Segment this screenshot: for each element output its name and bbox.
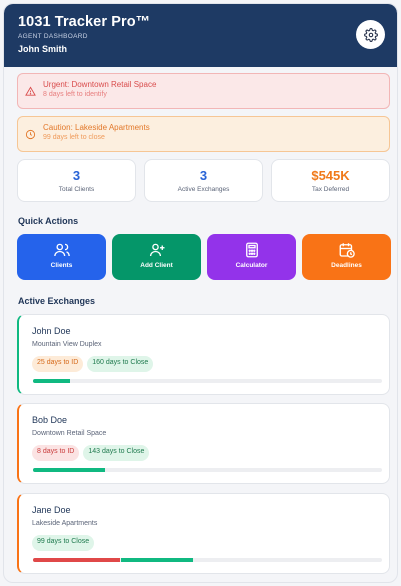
alert-title: Caution: Lakeside Apartments: [43, 123, 150, 132]
stat-total-clients: 3 Total Clients: [17, 159, 136, 202]
alert-title: Urgent: Downtown Retail Space: [43, 80, 157, 89]
calculator-button[interactable]: Calculator: [207, 234, 296, 280]
client-name: Jane Doe: [32, 505, 71, 515]
dashboard-subtitle: AGENT DASHBOARD: [18, 33, 88, 40]
days-to-close-pill: 143 days to Close: [83, 445, 150, 461]
progress-fill-secondary: [121, 558, 193, 562]
property-name: Mountain View Duplex: [32, 341, 102, 348]
client-name: John Doe: [32, 326, 71, 336]
alert-detail: 99 days left to close: [43, 134, 105, 141]
deadline-pills: 99 days to Close: [32, 535, 95, 551]
days-to-id-pill: 8 days to ID: [32, 445, 80, 461]
deadline-pills: 8 days to ID 143 days to Close: [32, 445, 150, 461]
urgent-alert[interactable]: Urgent: Downtown Retail Space 8 days lef…: [17, 73, 390, 109]
users-icon: [53, 243, 70, 257]
qa-label: Add Client: [140, 262, 173, 269]
clients-button[interactable]: Clients: [17, 234, 106, 280]
stat-active-exchanges: 3 Active Exchanges: [144, 159, 263, 202]
calendar-clock-icon: [339, 243, 355, 258]
user-name: John Smith: [18, 44, 67, 54]
app-title: 1031 Tracker Pro™: [18, 14, 151, 30]
calculator-icon: [245, 242, 258, 258]
qa-label: Deadlines: [331, 262, 362, 269]
stat-value: $545K: [311, 168, 350, 183]
days-to-close-pill: 99 days to Close: [32, 535, 95, 551]
deadlines-button[interactable]: Deadlines: [302, 234, 391, 280]
warning-triangle-icon: [25, 86, 36, 96]
qa-label: Clients: [50, 262, 73, 269]
quick-actions-title: Quick Actions: [18, 216, 79, 226]
settings-button[interactable]: [356, 20, 385, 49]
property-name: Downtown Retail Space: [32, 430, 107, 437]
alert-detail: 8 days left to identify: [43, 91, 107, 98]
exchange-card[interactable]: Bob Doe Downtown Retail Space 8 days to …: [17, 403, 390, 484]
days-to-close-pill: 160 days to Close: [87, 356, 154, 372]
stat-label: Total Clients: [58, 186, 95, 193]
qa-label: Calculator: [235, 262, 268, 269]
add-client-button[interactable]: Add Client: [112, 234, 201, 280]
exchange-card[interactable]: John Doe Mountain View Duplex 25 days to…: [17, 314, 390, 395]
user-plus-icon: [149, 243, 164, 257]
gear-icon: [363, 27, 378, 42]
stat-value: 3: [199, 168, 208, 183]
progress-fill: [33, 558, 121, 562]
header: 1031 Tracker Pro™ AGENT DASHBOARD John S…: [4, 4, 397, 67]
stat-value: 3: [72, 168, 81, 183]
progress-track: [33, 558, 382, 562]
exchange-card[interactable]: Jane Doe Lakeside Apartments 99 days to …: [17, 493, 390, 574]
deadline-pills: 25 days to ID 160 days to Close: [32, 356, 154, 372]
progress-track: [33, 379, 382, 383]
app-window: 1031 Tracker Pro™ AGENT DASHBOARD John S…: [3, 3, 398, 583]
progress-track: [33, 468, 382, 472]
days-to-id-pill: 25 days to ID: [32, 356, 84, 372]
progress-fill: [33, 379, 71, 383]
clock-icon: [25, 129, 36, 140]
client-name: Bob Doe: [32, 415, 68, 425]
stat-label: Tax Deferred: [311, 186, 350, 193]
active-exchanges-title: Active Exchanges: [18, 296, 96, 306]
property-name: Lakeside Apartments: [32, 520, 98, 527]
progress-fill: [33, 468, 105, 472]
caution-alert[interactable]: Caution: Lakeside Apartments 99 days lef…: [17, 116, 390, 152]
stat-tax-deferred: $545K Tax Deferred: [271, 159, 390, 202]
stat-label: Active Exchanges: [177, 186, 230, 193]
